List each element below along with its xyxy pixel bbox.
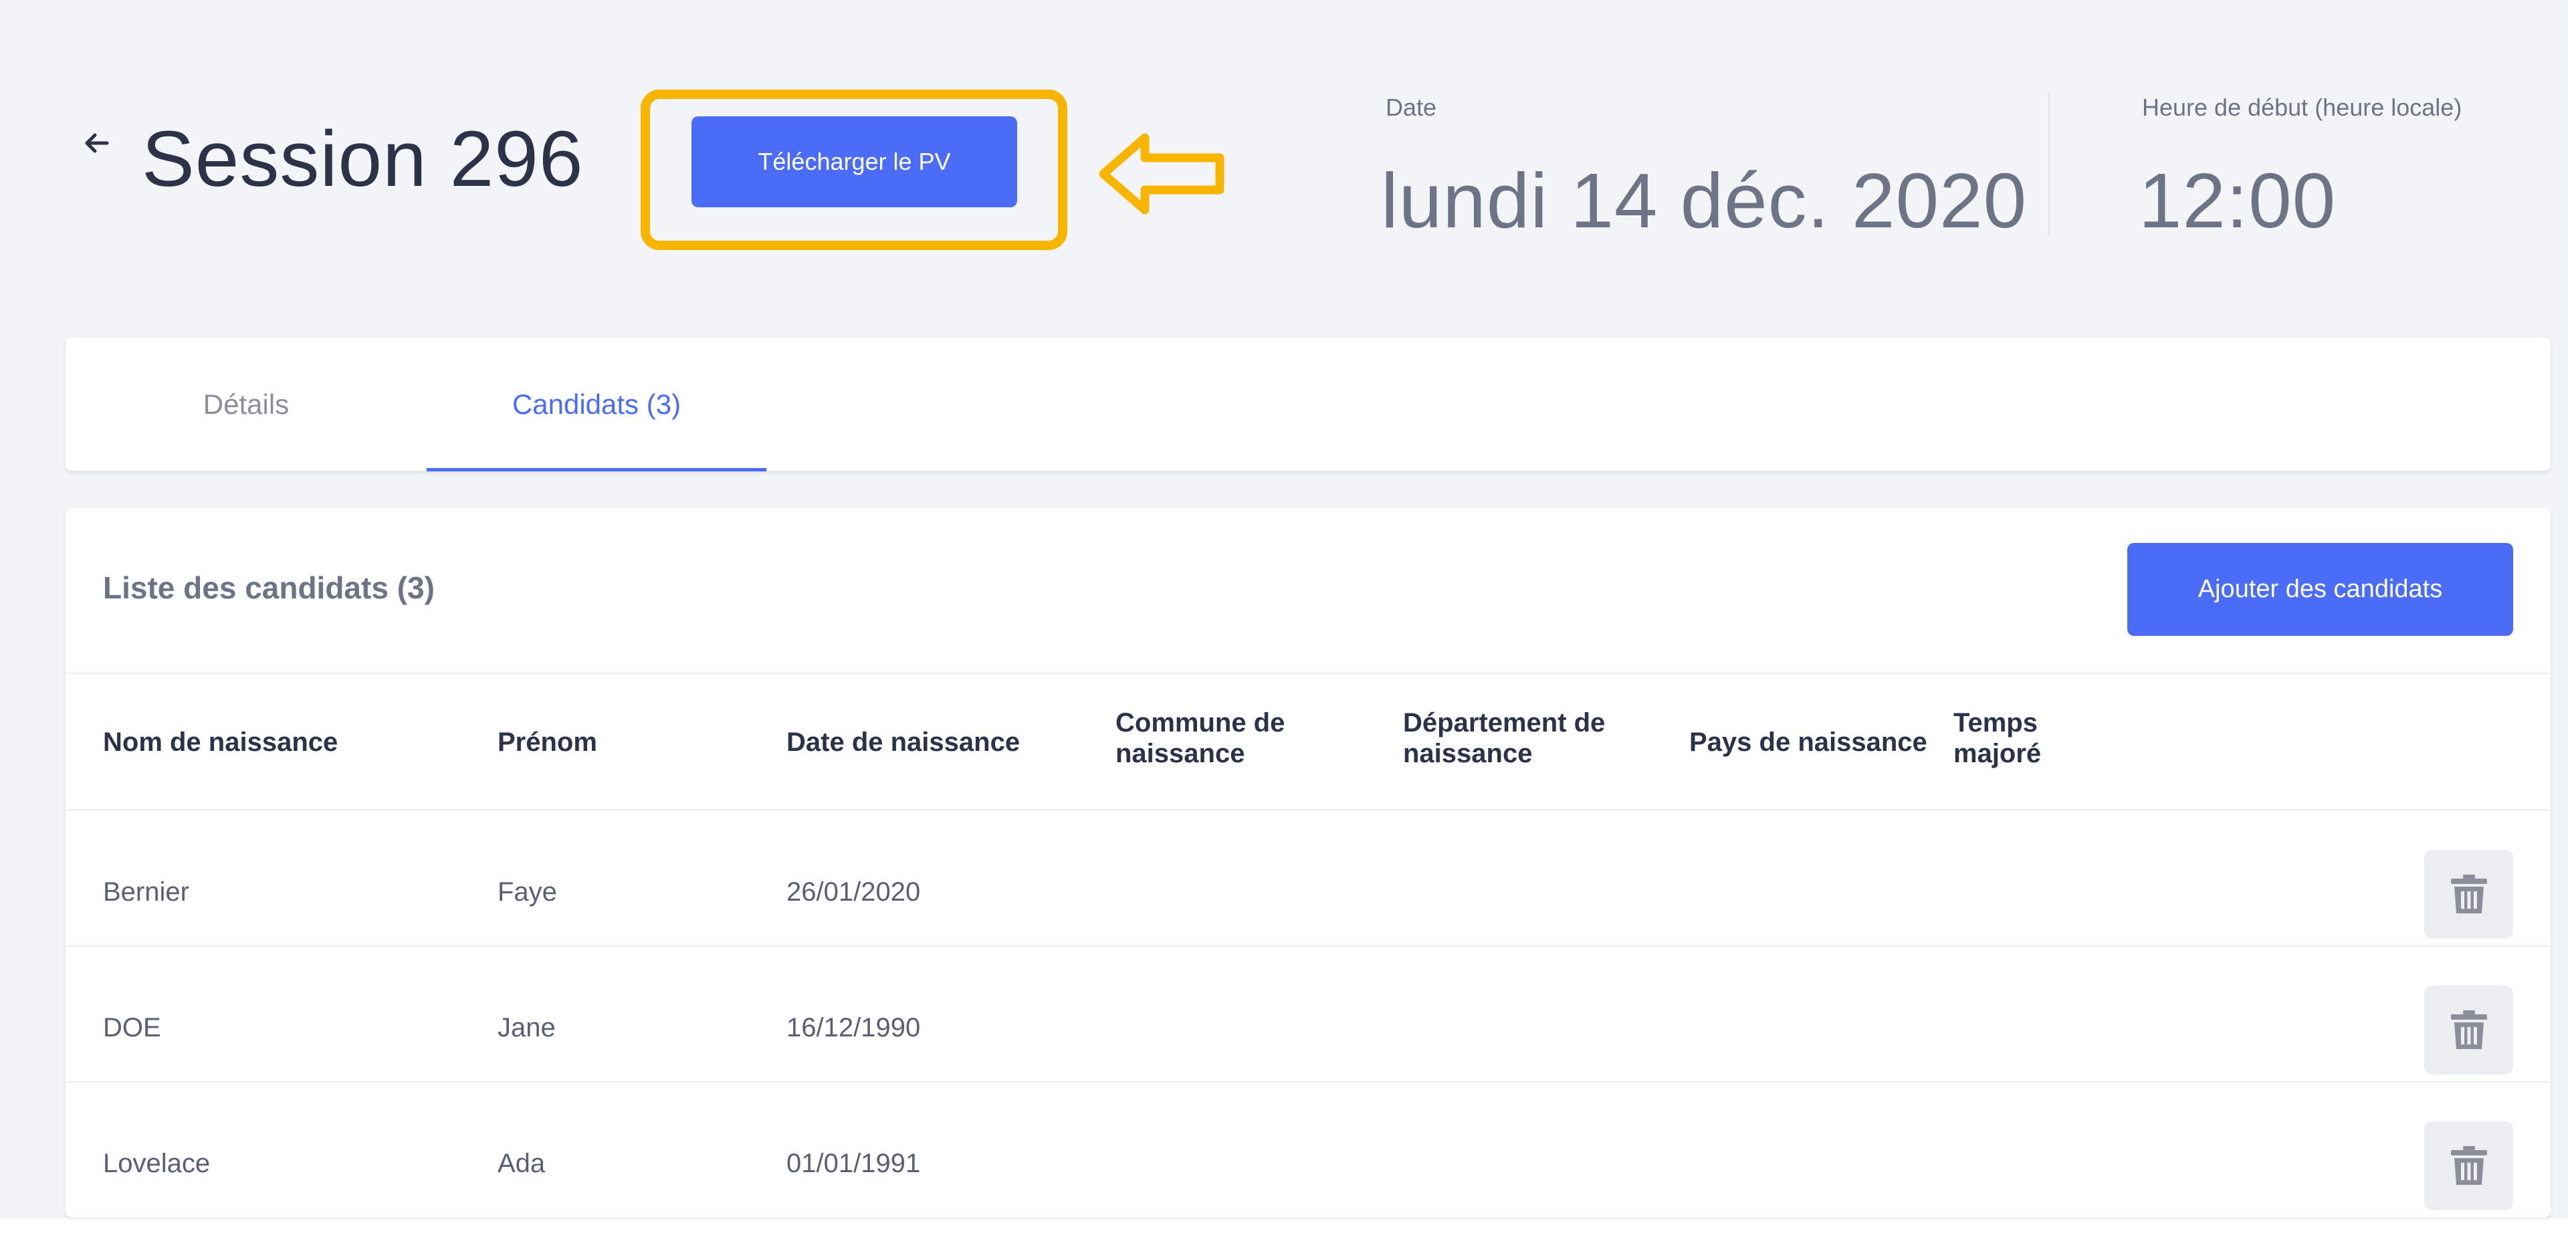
- date-value: lundi 14 déc. 2020: [1381, 157, 2028, 244]
- cell-nom: Bernier: [103, 877, 189, 907]
- download-pv-button[interactable]: Télécharger le PV: [691, 116, 1017, 207]
- delete-candidate-button[interactable]: [2424, 1121, 2513, 1210]
- cell-nom: Lovelace: [103, 1149, 211, 1178]
- column-header-departement: Département de naissance: [1403, 708, 1606, 768]
- trash-icon: [2450, 1145, 2487, 1185]
- delete-candidate-button[interactable]: [2424, 850, 2513, 939]
- date-label: Date: [1386, 94, 1437, 121]
- back-arrow-icon[interactable]: [80, 127, 112, 159]
- page-title: Session 296: [142, 115, 584, 203]
- column-header-nom: Nom de naissance: [103, 727, 338, 757]
- divider: [66, 1081, 2551, 1083]
- cell-nom: DOE: [103, 1013, 161, 1042]
- cell-date-naissance: 16/12/1990: [786, 1013, 921, 1042]
- candidates-card: Liste des candidats (3) Ajouter des cand…: [66, 508, 2551, 1218]
- start-time-label: Heure de début (heure locale): [2142, 94, 2462, 121]
- add-candidates-button[interactable]: Ajouter des candidats: [2127, 543, 2513, 636]
- header-divider: [2048, 92, 2050, 237]
- cell-date-naissance: 26/01/2020: [786, 877, 921, 907]
- column-header-commune: Commune de naissance: [1115, 708, 1285, 768]
- window-edge: [2568, 0, 2576, 1239]
- start-time-value: 12:00: [2139, 157, 2337, 244]
- column-header-pays: Pays de naissance: [1689, 727, 1927, 757]
- candidates-list-title: Liste des candidats (3): [103, 570, 435, 605]
- window-edge-bottom: [0, 1218, 2568, 1239]
- column-header-temps-majore: Temps majoré: [1953, 708, 2042, 768]
- tab-details[interactable]: Détails: [66, 338, 427, 471]
- delete-candidate-button[interactable]: [2424, 986, 2513, 1075]
- cell-prenom: Faye: [498, 877, 557, 907]
- cell-prenom: Ada: [498, 1149, 546, 1178]
- divider: [66, 945, 2551, 947]
- trash-icon: [2450, 1010, 2487, 1049]
- divider: [66, 673, 2551, 674]
- cell-prenom: Jane: [498, 1013, 556, 1042]
- tabs-bar: Détails Candidats (3): [66, 338, 2551, 471]
- cell-date-naissance: 01/01/1991: [786, 1149, 921, 1178]
- annotation-arrow-icon: [1099, 133, 1224, 215]
- divider: [66, 809, 2551, 810]
- tab-candidates[interactable]: Candidats (3): [427, 338, 766, 471]
- column-header-prenom: Prénom: [498, 727, 597, 757]
- trash-icon: [2450, 874, 2487, 913]
- column-header-date-naissance: Date de naissance: [786, 727, 1021, 757]
- active-tab-indicator: [427, 468, 766, 471]
